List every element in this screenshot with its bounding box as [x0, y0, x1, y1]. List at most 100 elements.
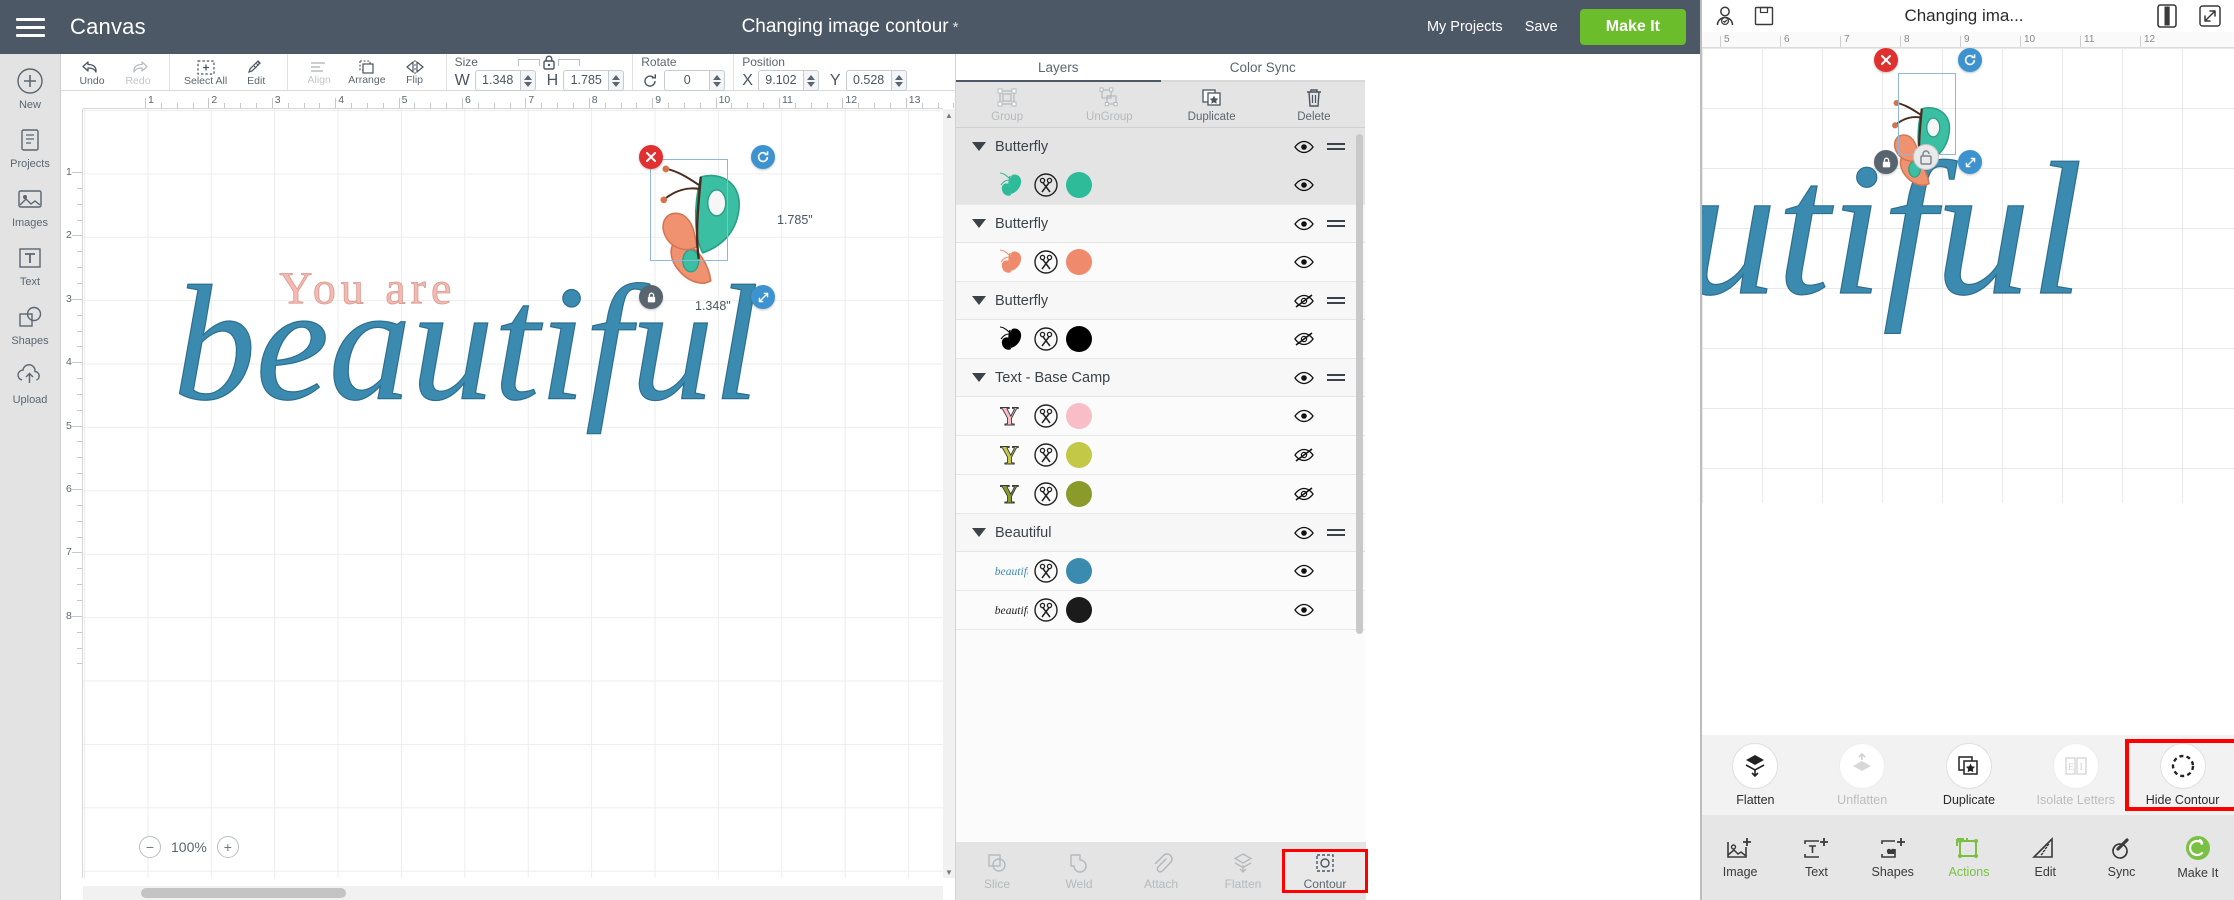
flatten-button[interactable]: Flatten: [1202, 851, 1284, 891]
group-button[interactable]: Group: [956, 87, 1058, 123]
width-stepper[interactable]: [520, 70, 536, 91]
mobile-hide-contour-button[interactable]: Hide Contour: [2125, 739, 2234, 811]
mobile-nav-image[interactable]: Image: [1702, 836, 1778, 879]
eye-visible-icon[interactable]: [1293, 603, 1315, 617]
tab-layers[interactable]: Layers: [956, 54, 1161, 82]
y-field[interactable]: 0.528: [845, 70, 907, 91]
scissors-cut-icon[interactable]: [1032, 596, 1060, 624]
layer-group-row[interactable]: Text - Base Camp: [956, 359, 1365, 397]
scissors-cut-icon[interactable]: [1032, 441, 1060, 469]
drag-handle-icon[interactable]: [1327, 220, 1349, 227]
layer-group-row[interactable]: Butterfly: [956, 128, 1365, 166]
eye-visible-icon[interactable]: [1293, 217, 1315, 231]
layer-row[interactable]: Y: [956, 436, 1365, 475]
lock-handle[interactable]: [639, 285, 663, 309]
layer-color-swatch[interactable]: [1066, 558, 1092, 584]
height-input[interactable]: 1.785: [563, 70, 610, 91]
scissors-cut-icon[interactable]: [1032, 557, 1060, 585]
mobile-rotate-handle[interactable]: [1958, 48, 1982, 72]
mobile-flatten-button[interactable]: Flatten: [1702, 743, 1809, 807]
chevron-down-icon[interactable]: [972, 296, 986, 305]
mobile-unlock-icon[interactable]: [1912, 143, 1940, 171]
drag-handle-icon[interactable]: [1327, 529, 1349, 536]
undo-button[interactable]: Undo: [69, 58, 115, 87]
layer-group-row[interactable]: Butterfly: [956, 205, 1365, 243]
eye-visible-icon[interactable]: [1293, 140, 1315, 154]
mobile-nav-make-it[interactable]: Make It: [2160, 835, 2234, 880]
size-lock-toggle[interactable]: [517, 53, 580, 71]
slice-button[interactable]: Slice: [956, 851, 1038, 891]
mobile-lock-handle[interactable]: [1874, 150, 1898, 174]
user-account-icon[interactable]: [1712, 3, 1738, 29]
make-it-button[interactable]: Make It: [1579, 9, 1686, 45]
mobile-nav-shapes[interactable]: Shapes: [1855, 836, 1931, 879]
horizontal-scroll-thumb[interactable]: [141, 888, 346, 898]
layer-row[interactable]: [956, 243, 1365, 282]
layer-color-swatch[interactable]: [1066, 442, 1092, 468]
canvas-area[interactable]: 1 2 3 4 5 6 7 8 9 10 11 12 13 12345678 You are beaut…: [61, 91, 955, 900]
rail-item-projects[interactable]: Projects: [0, 125, 61, 170]
rotate-stepper[interactable]: [710, 70, 726, 91]
x-field[interactable]: 9.102: [757, 70, 819, 91]
rotate-input[interactable]: 0: [664, 70, 711, 91]
zoom-in-button[interactable]: +: [216, 836, 239, 858]
mobile-nav-actions[interactable]: Actions: [1931, 836, 2007, 879]
mobile-canvas[interactable]: utiful: [1702, 48, 2234, 503]
height-stepper[interactable]: [609, 70, 625, 91]
edit-button[interactable]: Edit: [233, 58, 279, 87]
eye-hidden-icon[interactable]: [1293, 331, 1315, 347]
vertical-scrollbar[interactable]: ▲ ▼: [943, 109, 955, 878]
drag-handle-icon[interactable]: [1327, 143, 1349, 150]
selection-bounding-box[interactable]: [650, 159, 728, 261]
drag-handle-icon[interactable]: [1327, 374, 1349, 381]
resize-handle[interactable]: [751, 285, 775, 309]
x-input[interactable]: 9.102: [757, 70, 804, 91]
hamburger-menu-icon[interactable]: [0, 0, 60, 54]
width-input[interactable]: 1.348: [474, 70, 521, 91]
mobile-isolate-letters-button[interactable]: EI Isolate Letters: [2022, 743, 2129, 807]
eye-hidden-icon[interactable]: [1293, 293, 1315, 309]
rotate-handle[interactable]: [751, 145, 775, 169]
drag-handle-icon[interactable]: [1327, 297, 1349, 304]
redo-button[interactable]: Redo: [115, 58, 161, 87]
mobile-delete-handle[interactable]: [1874, 48, 1898, 72]
horizontal-scrollbar[interactable]: [83, 886, 943, 900]
eye-visible-icon[interactable]: [1293, 564, 1315, 578]
eye-visible-icon[interactable]: [1293, 371, 1315, 385]
y-stepper[interactable]: [891, 70, 907, 91]
eye-hidden-icon[interactable]: [1293, 486, 1315, 502]
layer-color-swatch[interactable]: [1066, 326, 1092, 352]
split-panel-icon[interactable]: [2152, 2, 2182, 30]
rail-item-new[interactable]: New: [0, 66, 61, 111]
delete-button[interactable]: Delete: [1263, 87, 1365, 123]
chevron-down-icon[interactable]: [972, 373, 986, 382]
mobile-duplicate-button[interactable]: Duplicate: [1916, 743, 2023, 807]
scissors-cut-icon[interactable]: [1032, 402, 1060, 430]
mobile-nav-sync[interactable]: Sync: [2083, 836, 2159, 879]
mobile-unflatten-button[interactable]: Unflatten: [1809, 743, 1916, 807]
align-button[interactable]: Align: [296, 58, 342, 86]
my-projects-link[interactable]: My Projects: [1427, 19, 1503, 35]
floppy-save-icon[interactable]: [1752, 4, 1776, 28]
layer-row[interactable]: [956, 166, 1365, 205]
layers-scrollbar-thumb[interactable]: [1356, 134, 1363, 634]
tab-color-sync[interactable]: Color Sync: [1160, 54, 1365, 82]
duplicate-button[interactable]: Duplicate: [1161, 87, 1263, 123]
rail-item-text[interactable]: Text: [0, 243, 61, 288]
scissors-cut-icon[interactable]: [1032, 325, 1060, 353]
eye-hidden-icon[interactable]: [1293, 447, 1315, 463]
layer-group-row[interactable]: Butterfly: [956, 282, 1365, 320]
layer-row[interactable]: Y: [956, 475, 1365, 514]
layer-group-row[interactable]: Beautiful: [956, 514, 1365, 552]
layer-color-swatch[interactable]: [1066, 597, 1092, 623]
eye-visible-icon[interactable]: [1293, 526, 1315, 540]
layer-color-swatch[interactable]: [1066, 249, 1092, 275]
flip-button[interactable]: Flip: [392, 58, 438, 86]
mobile-nav-edit[interactable]: Edit: [2007, 836, 2083, 879]
save-button[interactable]: Save: [1525, 19, 1558, 35]
x-stepper[interactable]: [803, 70, 819, 91]
layer-row[interactable]: beautiful: [956, 552, 1365, 591]
chevron-down-icon[interactable]: [972, 219, 986, 228]
mobile-resize-handle[interactable]: [1958, 150, 1982, 174]
rail-item-shapes[interactable]: Shapes: [0, 302, 61, 347]
